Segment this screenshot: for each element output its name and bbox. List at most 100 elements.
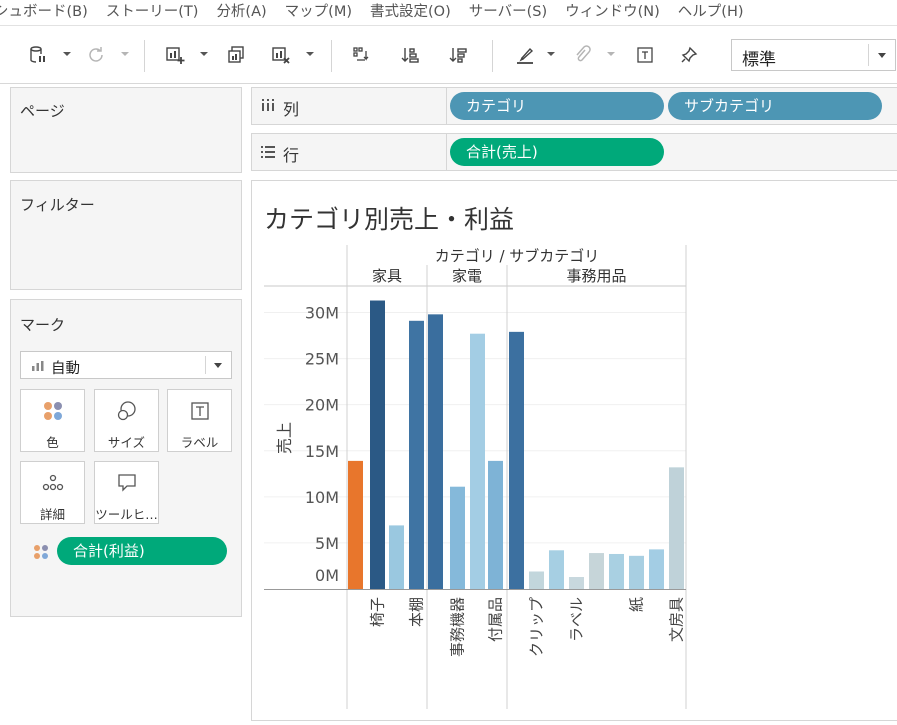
y-tick-label: 0M xyxy=(315,566,339,585)
bar xyxy=(509,331,524,589)
x-tick-label: 椅子 xyxy=(369,597,387,627)
detail-card[interactable]: 詳細 xyxy=(20,461,85,524)
category-pill[interactable]: カテゴリ xyxy=(450,92,664,120)
y-tick-label: 25M xyxy=(305,350,339,369)
highlight-icon[interactable] xyxy=(513,43,537,67)
clear-sheet-icon[interactable] xyxy=(269,43,293,67)
bar xyxy=(669,467,684,589)
swap-rows-columns-icon[interactable] xyxy=(349,43,373,67)
detail-card-label: 詳細 xyxy=(39,507,65,522)
menu-item[interactable]: サーバー(S) xyxy=(469,0,547,25)
subcategory-pill[interactable]: サブカテゴリ xyxy=(668,92,882,120)
toolbar: 標準 xyxy=(0,26,897,84)
y-tick-label: 15M xyxy=(305,442,339,461)
duplicate-sheet-icon[interactable] xyxy=(224,43,248,67)
color-field-pill[interactable]: 合計(利益) xyxy=(57,537,227,565)
group-members-icon[interactable] xyxy=(570,43,594,67)
clear-sheet-dropdown-icon[interactable] xyxy=(306,50,314,58)
rows-label: 行 xyxy=(283,146,300,165)
columns-shelf: 列 カテゴリ サブカテゴリ xyxy=(251,87,897,125)
sum-sales-pill[interactable]: 合計(売上) xyxy=(450,138,664,166)
shelf-divider xyxy=(446,134,447,171)
menu-item[interactable]: ウィンドウ(N) xyxy=(565,0,660,25)
toolbar-separator xyxy=(331,40,332,72)
header-title: カテゴリ / サブカテゴリ xyxy=(435,247,600,265)
bar xyxy=(569,577,584,589)
size-icon xyxy=(116,400,138,422)
refresh-dropdown-icon[interactable] xyxy=(121,50,129,58)
color-icon xyxy=(42,400,64,422)
menu-item[interactable]: 分析(A) xyxy=(216,0,266,25)
sort-ascending-icon[interactable] xyxy=(398,43,422,67)
bar xyxy=(529,571,544,589)
menu-item[interactable]: マップ(M) xyxy=(285,0,352,25)
tooltip-card[interactable]: ツールヒ… xyxy=(94,461,159,524)
tooltip-card-label: ツールヒ… xyxy=(95,507,158,522)
category-header: 家電 xyxy=(452,267,482,285)
tooltip-icon xyxy=(116,472,138,494)
label-card[interactable]: ラベル xyxy=(167,389,232,452)
new-sheet-icon[interactable] xyxy=(163,43,187,67)
x-tick-label: クリップ xyxy=(528,597,546,657)
y-tick-label: 20M xyxy=(305,396,339,415)
bar xyxy=(549,550,564,589)
rows-icon xyxy=(261,146,275,158)
size-card[interactable]: サイズ xyxy=(94,389,159,452)
chevron-down-icon xyxy=(214,363,222,368)
columns-icon xyxy=(262,99,274,111)
pages-panel[interactable]: ページ xyxy=(10,87,242,173)
x-tick-label: 文房具 xyxy=(668,597,686,642)
automatic-mark-icon xyxy=(32,361,44,371)
marks-panel: マーク 自動 色 サイズ ラベル 詳細 ツールヒ… 合計(利益) xyxy=(10,299,242,617)
menu-item[interactable]: シュボード(B) xyxy=(0,0,88,25)
bar xyxy=(609,553,624,589)
columns-label: 列 xyxy=(283,100,300,119)
refresh-icon[interactable] xyxy=(84,43,108,67)
sort-descending-icon[interactable] xyxy=(446,43,470,67)
color-card[interactable]: 色 xyxy=(20,389,85,452)
datasource-icon[interactable] xyxy=(26,43,50,67)
menu-item[interactable]: ヘルプ(H) xyxy=(678,0,744,25)
pin-axes-icon[interactable] xyxy=(677,43,701,67)
bar xyxy=(389,525,404,589)
chevron-down-icon xyxy=(878,53,886,58)
x-tick-label: 付属品 xyxy=(487,597,505,642)
toolbar-separator xyxy=(144,40,145,72)
view-area: カテゴリ別売上・利益 カテゴリ / サブカテゴリ 家具 家電 事務用品 0M 5M 10M 1… xyxy=(251,180,897,721)
fit-select[interactable]: 標準 xyxy=(731,39,896,71)
bar xyxy=(348,460,363,589)
mark-type-value: 自動 xyxy=(51,361,80,377)
y-tick-label: 5M xyxy=(315,534,339,553)
bar xyxy=(409,320,424,589)
bar xyxy=(450,486,465,589)
toolbar-separator xyxy=(492,40,493,72)
pages-title: ページ xyxy=(20,102,65,120)
datasource-dropdown-icon[interactable] xyxy=(63,50,71,58)
bar xyxy=(470,333,485,589)
mark-type-select[interactable]: 自動 xyxy=(20,351,232,379)
x-tick-label: 本棚 xyxy=(408,597,426,627)
menu-item[interactable]: 書式設定(O) xyxy=(370,0,451,25)
shelf-divider xyxy=(446,88,447,125)
bar xyxy=(629,555,644,589)
bar xyxy=(370,300,385,589)
x-tick-label: ラベル xyxy=(568,597,586,642)
y-tick-label: 10M xyxy=(305,488,339,507)
bar xyxy=(428,314,443,589)
rows-shelf: 行 合計(売上) xyxy=(251,133,897,171)
new-sheet-dropdown-icon[interactable] xyxy=(200,50,208,58)
group-dropdown-icon[interactable] xyxy=(607,50,615,58)
fit-select-value: 標準 xyxy=(742,50,776,70)
mark-type-divider xyxy=(205,356,206,374)
menu-item[interactable]: ストーリー(T) xyxy=(106,0,199,25)
bar-chart: カテゴリ / サブカテゴリ家具 家電 事務用品 0M 5M 10M 15M 20M 25M 30M… xyxy=(264,245,687,709)
size-card-label: サイズ xyxy=(107,435,146,450)
filters-panel[interactable]: フィルター xyxy=(10,180,242,290)
show-labels-icon[interactable] xyxy=(633,43,657,67)
color-card-label: 色 xyxy=(46,435,59,450)
bar xyxy=(589,553,604,589)
menu-bar: シュボード(B) ストーリー(T) 分析(A) マップ(M) 書式設定(O) サーバー(S… xyxy=(0,0,897,26)
highlight-dropdown-icon[interactable] xyxy=(547,50,555,58)
label-icon xyxy=(189,400,211,422)
category-header: 事務用品 xyxy=(566,267,626,285)
